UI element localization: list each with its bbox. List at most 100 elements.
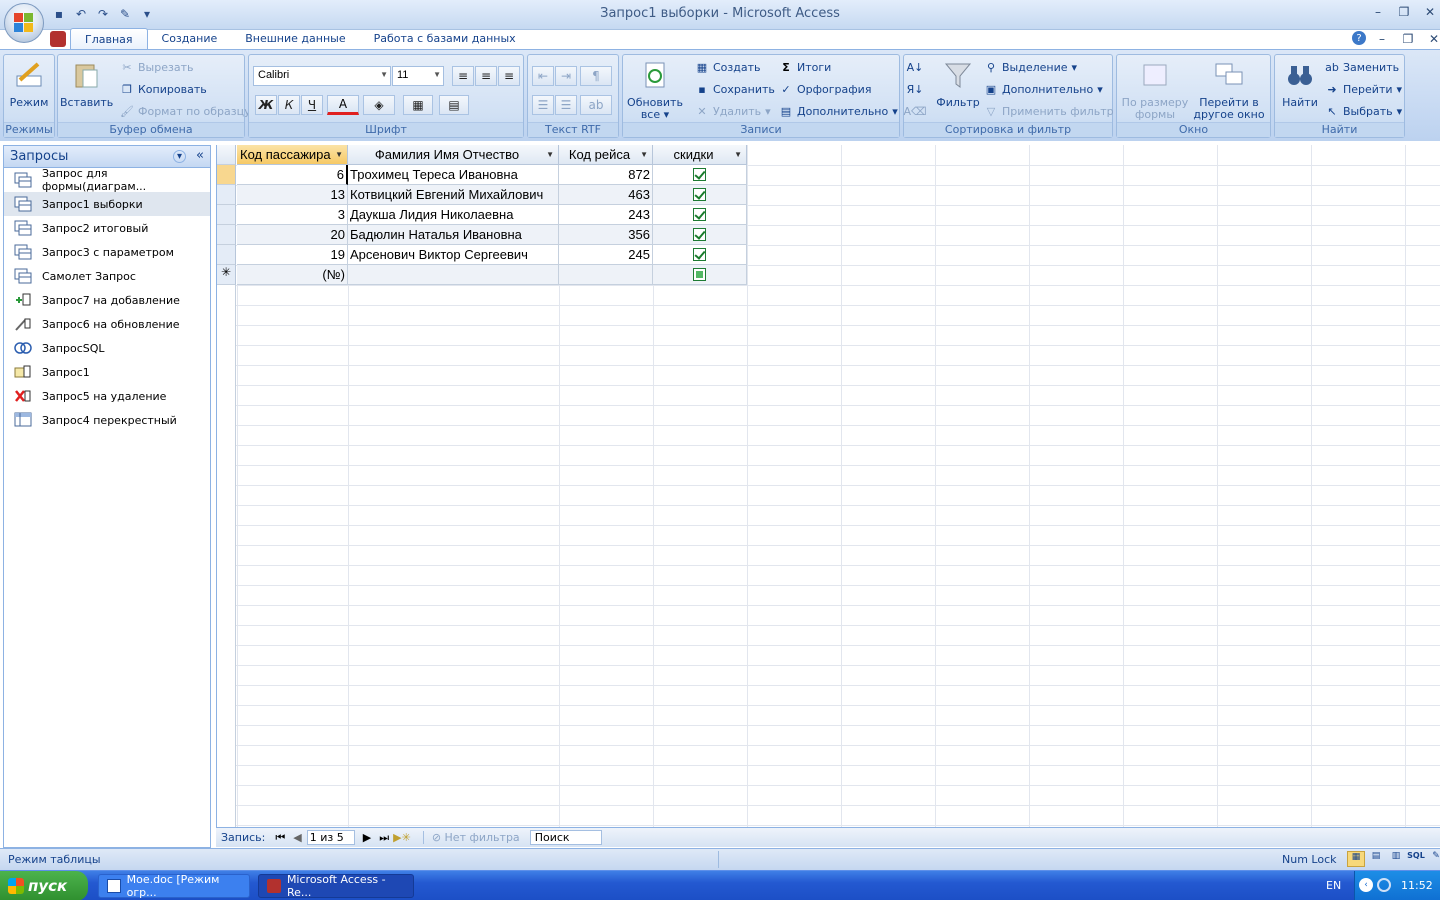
column-header[interactable]: Фамилия Имя Отчество ▼: [348, 145, 559, 165]
align-left-button[interactable]: ≡: [452, 66, 474, 86]
tab-external-data[interactable]: Внешние данные: [231, 28, 359, 50]
font-family-select[interactable]: Calibri ▼: [253, 66, 391, 86]
tab-database-tools[interactable]: Работа с базами данных: [360, 28, 530, 50]
decrease-indent-button[interactable]: ⇤: [532, 66, 554, 86]
help-icon[interactable]: ?: [1352, 31, 1366, 45]
toggle-filter-button[interactable]: ▽ Применить фильтр: [984, 101, 1114, 121]
column-header[interactable]: Код пассажира ▼: [237, 145, 348, 165]
paragraph-button[interactable]: ¶: [580, 66, 612, 86]
delete-record-button[interactable]: ✕ Удалить ▾: [695, 101, 770, 121]
column-filter-icon[interactable]: ▼: [335, 150, 343, 159]
doc-close-button[interactable]: ✕: [1424, 31, 1440, 47]
datasheet-view-icon[interactable]: ▦: [1347, 851, 1365, 867]
totals-button[interactable]: Σ Итоги: [779, 57, 831, 77]
discount-checkbox[interactable]: [693, 268, 706, 281]
nav-item[interactable]: ЗапросSQL: [4, 336, 210, 360]
cell-flight-code[interactable]: 463: [559, 185, 653, 205]
nav-item[interactable]: Запрос3 с параметром: [4, 240, 210, 264]
cell-flight-code[interactable]: 872: [559, 165, 653, 185]
nav-item[interactable]: Самолет Запрос: [4, 264, 210, 288]
cell-full-name[interactable]: Котвицкий Евгений Михайлович: [348, 185, 559, 205]
nav-item[interactable]: Запрос5 на удаление: [4, 384, 210, 408]
taskbar-item-word[interactable]: Мое.doc [Режим огр...: [98, 873, 250, 899]
nav-item[interactable]: Запрос4 перекрестный: [4, 408, 210, 432]
cell-full-name[interactable]: Трохимец Тереса Ивановна: [348, 165, 559, 185]
column-filter-icon[interactable]: ▼: [546, 150, 554, 159]
cell-passenger-id[interactable]: 13: [237, 185, 348, 205]
discount-checkbox[interactable]: [693, 228, 706, 241]
next-record-icon[interactable]: ▶: [363, 831, 371, 844]
pivot-table-icon[interactable]: ▤: [1367, 851, 1385, 867]
sort-descending-button[interactable]: Я↓: [907, 79, 924, 99]
column-header[interactable]: Код рейса ▼: [559, 145, 653, 165]
new-record-button[interactable]: ▦ Создать: [695, 57, 761, 77]
italic-button[interactable]: К: [278, 95, 300, 115]
cell-new-name[interactable]: [348, 265, 559, 285]
new-row-marker[interactable]: ✳: [217, 265, 236, 285]
record-position-input[interactable]: 1 из 5: [306, 830, 355, 845]
discount-checkbox[interactable]: [693, 248, 706, 261]
last-record-icon[interactable]: ⏭: [379, 831, 389, 845]
bullets-button[interactable]: ☰: [555, 95, 577, 115]
copy-button[interactable]: ❐ Копировать: [120, 79, 207, 99]
cell-new-id[interactable]: (№): [237, 265, 348, 285]
nav-item[interactable]: Запрос1: [4, 360, 210, 384]
gridlines-button[interactable]: ▦: [403, 95, 433, 115]
column-filter-icon[interactable]: ▼: [640, 150, 648, 159]
goto-button[interactable]: ➜ Перейти ▾: [1325, 79, 1402, 99]
cell-full-name[interactable]: Даукша Лидия Николаевна: [348, 205, 559, 225]
tab-create[interactable]: Создание: [148, 28, 232, 50]
undo-icon[interactable]: ↶: [72, 5, 90, 23]
highlight-button[interactable]: ab: [580, 95, 612, 115]
replace-button[interactable]: ab Заменить: [1325, 57, 1399, 77]
cell-flight-code[interactable]: 243: [559, 205, 653, 225]
start-button[interactable]: пуск: [0, 871, 88, 900]
cell-full-name[interactable]: Бадюлин Наталья Ивановна: [348, 225, 559, 245]
row-selector[interactable]: [217, 165, 236, 185]
font-color-button[interactable]: А: [327, 95, 359, 115]
alternate-fill-button[interactable]: ▤: [439, 95, 469, 115]
filter-button[interactable]: Фильтр: [934, 59, 982, 109]
cell-discount[interactable]: [653, 205, 747, 225]
redo-icon[interactable]: ↷: [94, 5, 112, 23]
selection-button[interactable]: ⚲ Выделение ▾: [984, 57, 1077, 77]
column-header[interactable]: скидки ▼: [653, 145, 747, 165]
cell-flight-code[interactable]: 356: [559, 225, 653, 245]
customize-qat-icon[interactable]: ▾: [138, 5, 156, 23]
cell-discount[interactable]: [653, 245, 747, 265]
bold-button[interactable]: Ж: [255, 95, 277, 115]
format-painter-button[interactable]: 🖌 Формат по образцу: [120, 101, 251, 121]
tray-expand-icon[interactable]: ‹: [1359, 878, 1373, 892]
tab-home[interactable]: Главная: [70, 28, 148, 50]
view-switch-icon[interactable]: ✎: [116, 5, 134, 23]
clear-sort-button[interactable]: A⌫: [903, 101, 926, 121]
align-center-button[interactable]: ≡: [475, 66, 497, 86]
office-button[interactable]: [4, 3, 44, 43]
chevron-down-icon[interactable]: ▾: [173, 150, 186, 163]
cut-button[interactable]: ✂ Вырезать: [120, 57, 193, 77]
save-record-button[interactable]: ▪ Сохранить: [695, 79, 775, 99]
language-indicator[interactable]: EN: [1326, 879, 1341, 892]
cell-discount[interactable]: [653, 185, 747, 205]
cell-passenger-id[interactable]: 20: [237, 225, 348, 245]
pivot-chart-icon[interactable]: ▥: [1387, 851, 1405, 867]
select-all-corner[interactable]: [217, 145, 236, 165]
font-size-select[interactable]: 11 ▼: [392, 66, 444, 86]
nav-item[interactable]: Запрос2 итоговый: [4, 216, 210, 240]
nav-item[interactable]: Запрос7 на добавление: [4, 288, 210, 312]
sql-view-icon[interactable]: SQL: [1407, 851, 1425, 867]
collapse-pane-icon[interactable]: «: [196, 148, 204, 163]
align-right-button[interactable]: ≡: [498, 66, 520, 86]
underline-button[interactable]: Ч: [301, 95, 323, 115]
search-input[interactable]: Поиск: [529, 830, 602, 845]
column-filter-icon[interactable]: ▼: [734, 150, 742, 159]
discount-checkbox[interactable]: [693, 168, 706, 181]
maximize-button[interactable]: ❐: [1394, 4, 1414, 20]
spelling-button[interactable]: ✓ Орфография: [779, 79, 871, 99]
fit-to-form-button[interactable]: По размеру формы: [1121, 59, 1189, 121]
discount-checkbox[interactable]: [693, 208, 706, 221]
advanced-filter-button[interactable]: ▣ Дополнительно ▾: [984, 79, 1103, 99]
fill-color-button[interactable]: ◈: [363, 95, 395, 115]
cell-discount[interactable]: [653, 225, 747, 245]
cell-new-flight[interactable]: [559, 265, 653, 285]
